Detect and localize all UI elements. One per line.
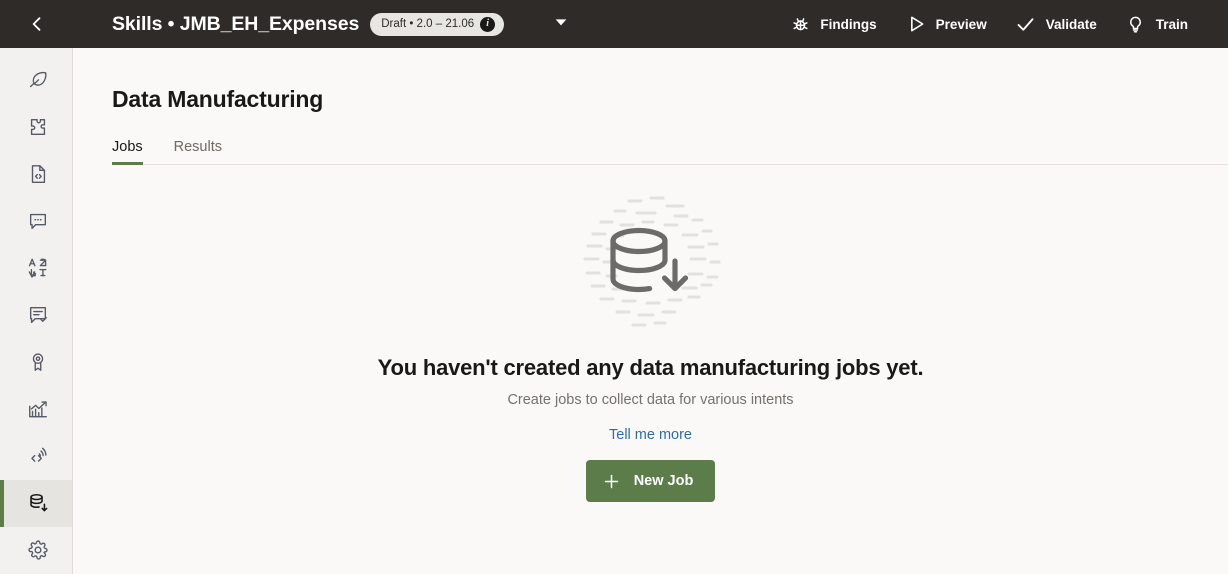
empty-state-subtext: Create jobs to collect data for various …	[507, 392, 794, 408]
sidebar-item-api[interactable]	[0, 433, 72, 480]
check-icon	[1015, 13, 1037, 35]
preview-button[interactable]: Preview	[891, 7, 1001, 41]
tab-jobs[interactable]: Jobs	[112, 139, 143, 165]
back-button[interactable]	[0, 0, 73, 48]
info-icon[interactable]: i	[480, 16, 496, 32]
feather-icon	[27, 69, 49, 91]
findings-label: Findings	[820, 16, 877, 32]
translate-icon	[27, 256, 50, 279]
page-breadcrumb-title: Skills • JMB_EH_Expenses	[112, 12, 360, 35]
new-job-label: New Job	[633, 473, 694, 489]
bug-icon	[789, 13, 811, 35]
status-badge-label: Draft • 2.0 – 21.06	[381, 18, 475, 30]
sidebar-item-code-file[interactable]	[0, 150, 72, 197]
sidebar-item-conversations[interactable]	[0, 197, 72, 244]
validate-button[interactable]: Validate	[1001, 7, 1111, 41]
app-root: Skills • JMB_EH_Expenses Draft • 2.0 – 2…	[0, 0, 1228, 574]
empty-state: You haven't created any data manufacturi…	[73, 165, 1228, 574]
sidebar-item-extensions[interactable]	[0, 103, 72, 150]
train-label: Train	[1155, 16, 1188, 32]
sidebar-item-authoring[interactable]	[0, 56, 72, 103]
findings-button[interactable]: Findings	[775, 7, 890, 41]
sidebar-item-translation[interactable]	[0, 244, 72, 291]
tell-me-more-link[interactable]: Tell me more	[609, 427, 692, 443]
award-ribbon-icon	[27, 351, 49, 373]
tab-bar: Jobs Results	[112, 139, 1228, 165]
chevron-down-icon	[553, 14, 569, 35]
file-code-icon	[27, 163, 49, 185]
status-badge[interactable]: Draft • 2.0 – 21.06 i	[370, 12, 505, 36]
sidebar-item-settings[interactable]	[0, 527, 72, 574]
tab-results[interactable]: Results	[174, 139, 222, 164]
database-download-illustration	[571, 189, 731, 337]
header-actions: Findings Preview Validate Train	[775, 7, 1228, 41]
chat-bubble-icon	[27, 210, 49, 232]
left-sidebar	[0, 48, 73, 574]
chat-check-icon	[27, 304, 49, 326]
page-title: Data Manufacturing	[112, 86, 324, 112]
version-dropdown-button[interactable]	[550, 13, 572, 35]
top-header-bar: Skills • JMB_EH_Expenses Draft • 2.0 – 2…	[0, 0, 1228, 48]
empty-state-heading: You haven't created any data manufacturi…	[377, 355, 924, 380]
chart-trend-icon	[27, 398, 49, 420]
chevron-left-icon	[27, 14, 47, 34]
lightbulb-icon	[1125, 13, 1147, 35]
play-icon	[905, 13, 927, 35]
train-button[interactable]: Train	[1111, 7, 1202, 41]
main-content: Data Manufacturing Jobs Results You have…	[73, 48, 1228, 574]
plus-icon	[602, 471, 622, 491]
sidebar-item-annotations[interactable]	[0, 291, 72, 338]
gear-icon	[27, 539, 49, 561]
new-job-button[interactable]: New Job	[585, 460, 716, 502]
database-download-icon	[27, 492, 49, 514]
code-broadcast-icon	[27, 445, 49, 467]
validate-label: Validate	[1045, 16, 1097, 32]
body-row: Data Manufacturing Jobs Results You have…	[0, 48, 1228, 574]
sidebar-item-data-manufacturing[interactable]	[0, 479, 72, 527]
sidebar-item-analytics[interactable]	[0, 386, 72, 433]
sidebar-item-quality[interactable]	[0, 339, 72, 386]
title-group: Skills • JMB_EH_Expenses Draft • 2.0 – 2…	[112, 12, 572, 36]
puzzle-piece-icon	[27, 116, 49, 138]
preview-label: Preview	[935, 16, 987, 32]
